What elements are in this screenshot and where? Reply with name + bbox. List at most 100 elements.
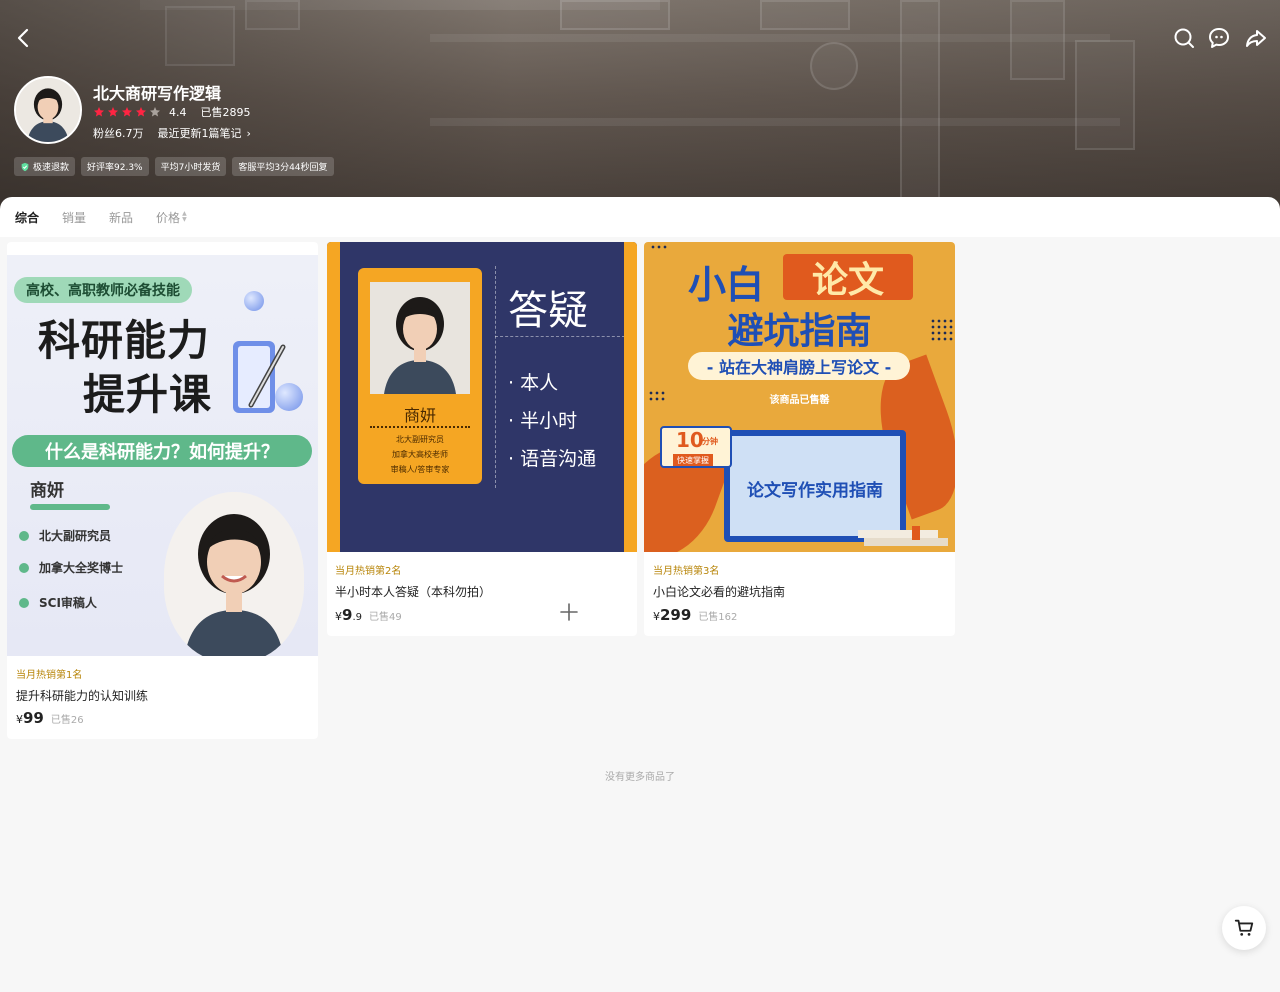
price-integer: 9 <box>342 606 353 624</box>
share-button[interactable] <box>1240 22 1272 54</box>
bullet-text: SCI审稿人 <box>39 596 97 610</box>
cover-title-a: 小白 <box>688 263 765 307</box>
price-currency: ¥ <box>335 610 342 623</box>
sold-total: 已售2895 <box>200 106 251 119</box>
shop-avatar[interactable] <box>14 76 82 144</box>
cover-item: · 半小时 <box>508 410 578 432</box>
product-title: 提升科研能力的认知训练 <box>16 689 149 703</box>
product-cover-1: 高校、高职教师必备技能 科研能力 提升课 什么是科研能力？如何提升？ 商妍 北大… <box>7 255 318 656</box>
cover-teacher-name: 商妍 <box>403 406 436 425</box>
star-icon <box>122 107 132 117</box>
notebook-pen-icon <box>233 341 286 413</box>
fans-count: 粉丝6.7万 <box>93 127 144 140</box>
bullet-dot <box>19 562 29 573</box>
badge-label: 极速退款 <box>33 163 70 173</box>
clock-unit: 分钟 <box>702 437 718 446</box>
sold-out-label: 该商品已售罄 <box>769 395 830 406</box>
cover-line: 加拿大高校老师 <box>392 450 448 459</box>
back-button[interactable] <box>8 22 40 54</box>
cover-line: 北大副研究员 <box>396 435 444 444</box>
back-arrow-icon <box>17 28 29 48</box>
no-more-items-text: 没有更多商品了 <box>605 772 675 783</box>
shield-check-icon <box>21 162 29 171</box>
price-integer: 299 <box>660 606 692 624</box>
product-rank: 当月热销第2名 <box>335 566 402 577</box>
badge-label: 平均7小时发货 <box>160 163 221 173</box>
portrait-image <box>164 492 304 656</box>
product-rank: 当月热销第3名 <box>653 566 720 577</box>
badge-ship-time: 平均7小时发货 <box>154 157 227 176</box>
cover-bullet: SCI审稿人 <box>19 594 97 611</box>
clock-tag: 快速掌握 <box>673 454 713 466</box>
cover-monitor-text: 论文写作实用指南 <box>747 481 883 501</box>
product-card-2[interactable]: 商妍 北大副研究员 加拿大高校老师 审稿人/答审专家 答疑 · 本人 · 半小时… <box>327 242 637 636</box>
cover-subtitle: - 站在大神肩膀上写论文 - <box>688 352 910 380</box>
shopping-cart-icon <box>1234 919 1254 936</box>
rating-row: 4.4 已售2895 <box>93 104 251 120</box>
cover-headline: 答疑 <box>508 288 588 334</box>
cover-item: · 语音沟通 <box>508 448 597 470</box>
cover-question: 什么是科研能力？如何提升？ <box>12 435 312 467</box>
cover-divider <box>495 336 624 337</box>
product-cover-2: 商妍 北大副研究员 加拿大高校老师 审稿人/答审专家 答疑 · 本人 · 半小时… <box>327 242 637 552</box>
books-icon <box>858 526 948 546</box>
sold-count: 已售26 <box>50 715 84 726</box>
search-icon <box>1174 28 1194 48</box>
product-price: ¥ 9 .9 已售49 <box>335 606 402 624</box>
cover-line: 审稿人/答审专家 <box>390 465 450 474</box>
price-currency: ¥ <box>16 713 23 726</box>
avatar-portrait <box>16 78 80 142</box>
product-price: ¥ 99 已售26 <box>16 709 84 727</box>
search-button[interactable] <box>1168 22 1200 54</box>
cover-accent-bar <box>30 504 110 510</box>
cover-headline-1: 科研能力 <box>38 316 211 365</box>
cover-bullet: 加拿大全奖博士 <box>19 559 123 576</box>
cover-id-card: 商妍 北大副研究员 加拿大高校老师 审稿人/答审专家 <box>358 268 482 484</box>
share-icon <box>1246 30 1266 47</box>
product-rank: 当月热销第1名 <box>16 670 83 681</box>
rating-value: 4.4 <box>169 105 187 119</box>
shop-name: 北大商研写作逻辑 <box>93 84 222 103</box>
sort-tab-price[interactable]: 价格 ▲ ▼ <box>156 209 187 226</box>
service-badges: 极速退款 好评率92.3% 平均7小时发货 客服平均3分44秒回复 <box>14 157 334 176</box>
cover-tag: 高校、高职教师必备技能 <box>14 277 192 303</box>
sort-tab-new[interactable]: 新品 <box>109 209 133 226</box>
decor-dots <box>650 244 668 250</box>
star-icon <box>94 107 104 117</box>
recent-updates-link[interactable]: 最近更新1篇笔记 <box>158 125 242 141</box>
cover-portrait <box>164 492 304 656</box>
badge-reply-time: 客服平均3分44秒回复 <box>232 157 334 176</box>
bullet-text: 北大副研究员 <box>39 529 112 543</box>
cover-divider <box>370 426 470 428</box>
message-icon <box>1209 28 1229 48</box>
product-card-1[interactable]: 高校、高职教师必备技能 科研能力 提升课 什么是科研能力？如何提升？ 商妍 北大… <box>7 242 318 739</box>
shop-header: 北大商研写作逻辑 4.4 已售2895 粉丝6.7万 最近更新1篇笔记 › 极速… <box>0 0 1280 215</box>
badge-positive-rate: 好评率92.3% <box>81 157 149 176</box>
price-integer: 99 <box>23 709 44 727</box>
sold-count: 已售49 <box>368 612 402 623</box>
sort-tab-sales[interactable]: 销量 <box>62 209 86 226</box>
sort-arrows-icon: ▲ ▼ <box>182 210 187 223</box>
bullet-dot <box>19 597 29 608</box>
cover-clock-badge: 10 分钟 快速掌握 <box>660 426 732 468</box>
product-price: ¥ 299 已售162 <box>653 606 737 624</box>
badge-label: 客服平均3分44秒回复 <box>238 163 328 173</box>
cover-title-c: 避坑指南 <box>727 311 872 352</box>
clock-number: 10 <box>676 428 704 452</box>
product-card-3[interactable]: 小白 论文 避坑指南 - 站在大神肩膀上写论文 - 该商品已售罄 论文写作实用指… <box>644 242 955 636</box>
cover-divider <box>495 266 496 488</box>
portrait-image <box>370 282 470 394</box>
product-title: 半小时本人答疑（本科勿拍） <box>335 585 492 599</box>
price-decimal: .9 <box>352 612 362 623</box>
sort-tab-default[interactable]: 综合 <box>15 209 39 226</box>
add-to-cart-plus-icon[interactable] <box>559 602 579 622</box>
sold-count: 已售162 <box>698 612 738 623</box>
cart-button[interactable] <box>1222 906 1266 950</box>
product-cover-3: 小白 论文 避坑指南 - 站在大神肩膀上写论文 - 该商品已售罄 论文写作实用指… <box>644 242 955 552</box>
cover-headline-2: 提升课 <box>83 370 213 419</box>
price-currency: ¥ <box>653 610 660 623</box>
sort-tab-price-label: 价格 <box>156 210 181 225</box>
star-empty-icon <box>150 107 160 117</box>
message-button[interactable] <box>1203 22 1235 54</box>
cover-title-b: 论文 <box>783 254 913 301</box>
